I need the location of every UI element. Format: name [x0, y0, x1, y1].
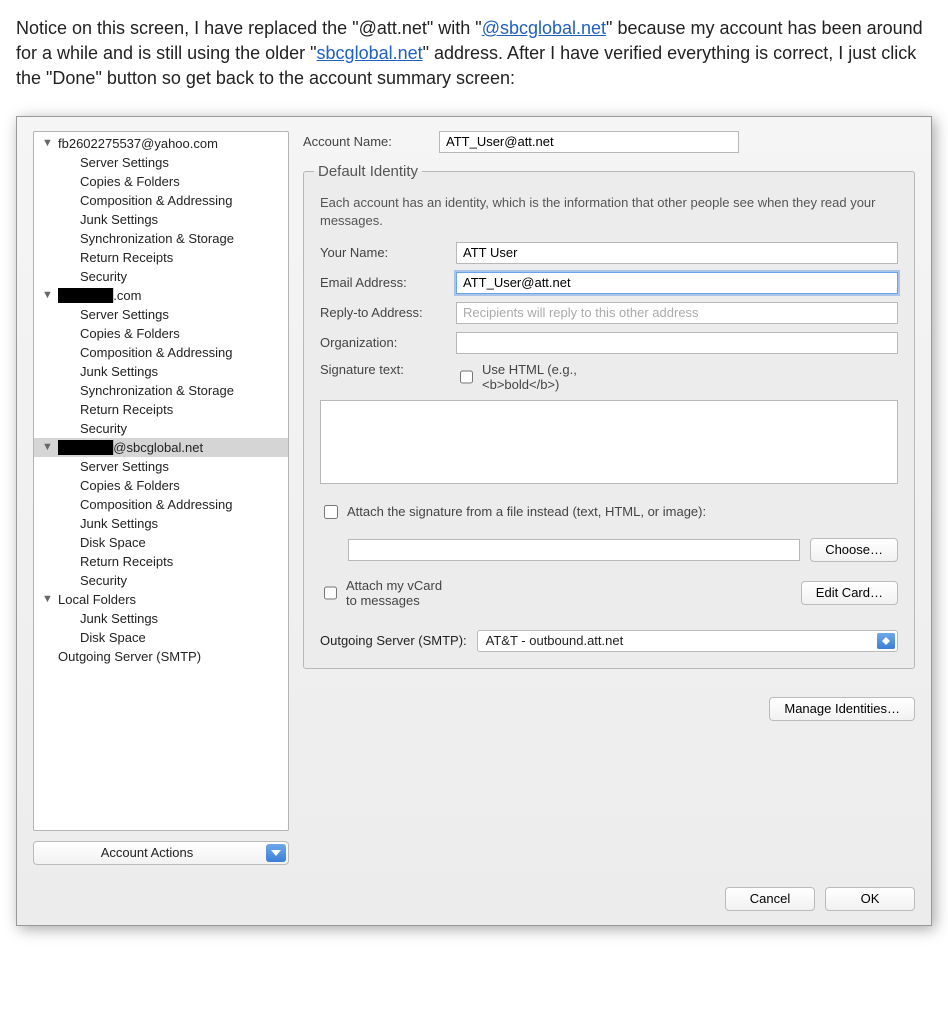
disclosure-triangle-icon[interactable]: ▼ — [42, 594, 52, 605]
account-tree-subitem[interactable]: Composition & Addressing — [34, 495, 288, 514]
identity-hint: Each account has an identity, which is t… — [320, 194, 898, 230]
disclosure-triangle-icon[interactable]: ▼ — [42, 138, 52, 149]
your-name-input[interactable] — [456, 242, 898, 264]
account-tree[interactable]: ▼fb2602275537@yahoo.comServer SettingsCo… — [33, 131, 289, 831]
account-tree-subitem[interactable]: Copies & Folders — [34, 172, 288, 191]
sidebar: ▼fb2602275537@yahoo.comServer SettingsCo… — [33, 131, 289, 865]
attach-signature-row[interactable]: Attach the signature from a file instead… — [320, 502, 898, 522]
default-identity-fieldset: Default Identity Each account has an ide… — [303, 163, 915, 669]
smtp-value: AT&T - outbound.att.net — [486, 633, 624, 648]
disclosure-triangle-icon[interactable]: ▼ — [42, 290, 52, 301]
link-sbcglobal-1[interactable]: @sbcglobal.net — [482, 18, 606, 38]
signature-textarea[interactable] — [320, 400, 898, 484]
main-panel: Account Name: Default Identity Each acco… — [303, 131, 915, 865]
account-tree-subitem[interactable]: Server Settings — [34, 153, 288, 172]
account-tree-subitem[interactable]: Security — [34, 571, 288, 590]
signature-file-input[interactable] — [348, 539, 800, 561]
choose-button[interactable]: Choose… — [810, 538, 898, 562]
cancel-button[interactable]: Cancel — [725, 887, 815, 911]
signature-text-label: Signature text: — [320, 362, 446, 377]
organization-label: Organization: — [320, 335, 446, 350]
account-tree-subitem[interactable]: Disk Space — [34, 533, 288, 552]
account-tree-subitem[interactable]: Junk Settings — [34, 362, 288, 381]
redacted-block: ██████ — [58, 440, 113, 455]
intro-paragraph: Notice on this screen, I have replaced t… — [16, 16, 932, 92]
account-tree-subitem[interactable]: Composition & Addressing — [34, 191, 288, 210]
chevron-down-icon — [266, 844, 286, 862]
organization-input[interactable] — [456, 332, 898, 354]
account-actions-dropdown[interactable]: Account Actions — [33, 841, 289, 865]
account-tree-subitem[interactable]: Return Receipts — [34, 552, 288, 571]
smtp-label: Outgoing Server (SMTP): — [320, 633, 467, 648]
account-tree-subitem[interactable]: Synchronization & Storage — [34, 229, 288, 248]
disclosure-triangle-icon[interactable]: ▼ — [42, 442, 52, 453]
dialog-footer: Cancel OK — [17, 877, 931, 925]
account-tree-subitem[interactable]: Security — [34, 419, 288, 438]
account-tree-subitem[interactable]: Synchronization & Storage — [34, 381, 288, 400]
edit-card-button[interactable]: Edit Card… — [801, 581, 898, 605]
email-address-label: Email Address: — [320, 275, 446, 290]
account-tree-subitem[interactable]: Junk Settings — [34, 609, 288, 628]
account-label: ██████.com — [58, 288, 284, 303]
link-sbcglobal-2[interactable]: sbcglobal.net — [317, 43, 423, 63]
account-actions-label: Account Actions — [101, 845, 194, 860]
reply-to-input[interactable] — [456, 302, 898, 324]
account-tree-subitem[interactable]: Junk Settings — [34, 514, 288, 533]
account-name-input[interactable] — [439, 131, 739, 153]
account-tree-subitem[interactable]: Composition & Addressing — [34, 343, 288, 362]
use-html-checkbox[interactable] — [460, 370, 473, 384]
account-tree-subitem[interactable]: Return Receipts — [34, 400, 288, 419]
reply-to-label: Reply-to Address: — [320, 305, 446, 320]
smtp-select[interactable]: AT&T - outbound.att.net — [477, 630, 898, 652]
account-tree-item[interactable]: ▼ Local Folders — [34, 590, 288, 609]
account-tree-subitem[interactable]: Server Settings — [34, 457, 288, 476]
account-tree-subitem[interactable]: Copies & Folders — [34, 476, 288, 495]
account-name-label: Account Name: — [303, 134, 429, 149]
attach-vcard-checkbox[interactable] — [324, 586, 337, 600]
account-tree-item[interactable]: ▼ ██████@sbcglobal.net — [34, 438, 288, 457]
account-tree-subitem[interactable]: Disk Space — [34, 628, 288, 647]
account-tree-item[interactable]: ▼ ██████.com — [34, 286, 288, 305]
attach-vcard-label: Attach my vCard to messages — [346, 578, 446, 608]
account-tree-subitem[interactable]: Copies & Folders — [34, 324, 288, 343]
account-settings-dialog: ▼fb2602275537@yahoo.comServer SettingsCo… — [16, 116, 932, 926]
account-label: ██████@sbcglobal.net — [58, 440, 284, 455]
ok-button[interactable]: OK — [825, 887, 915, 911]
account-label: fb2602275537@yahoo.com — [58, 136, 284, 151]
attach-vcard-row[interactable]: Attach my vCard to messages — [320, 578, 446, 608]
email-address-input[interactable] — [456, 272, 898, 294]
updown-icon — [877, 633, 895, 649]
outgoing-server-tree-item[interactable]: Outgoing Server (SMTP) — [34, 647, 288, 666]
account-tree-item[interactable]: ▼ fb2602275537@yahoo.com — [34, 134, 288, 153]
account-tree-subitem[interactable]: Return Receipts — [34, 248, 288, 267]
account-tree-subitem[interactable]: Security — [34, 267, 288, 286]
redacted-block: ██████ — [58, 288, 113, 303]
your-name-label: Your Name: — [320, 245, 446, 260]
account-label: Local Folders — [58, 592, 284, 607]
use-html-checkbox-row[interactable]: Use HTML (e.g., <b>bold</b>) — [456, 362, 582, 392]
use-html-label: Use HTML (e.g., <b>bold</b>) — [482, 362, 582, 392]
attach-signature-checkbox[interactable] — [324, 505, 338, 519]
identity-legend: Default Identity — [314, 163, 422, 180]
account-tree-subitem[interactable]: Server Settings — [34, 305, 288, 324]
account-tree-subitem[interactable]: Junk Settings — [34, 210, 288, 229]
attach-signature-label: Attach the signature from a file instead… — [347, 504, 706, 519]
manage-identities-button[interactable]: Manage Identities… — [769, 697, 915, 721]
